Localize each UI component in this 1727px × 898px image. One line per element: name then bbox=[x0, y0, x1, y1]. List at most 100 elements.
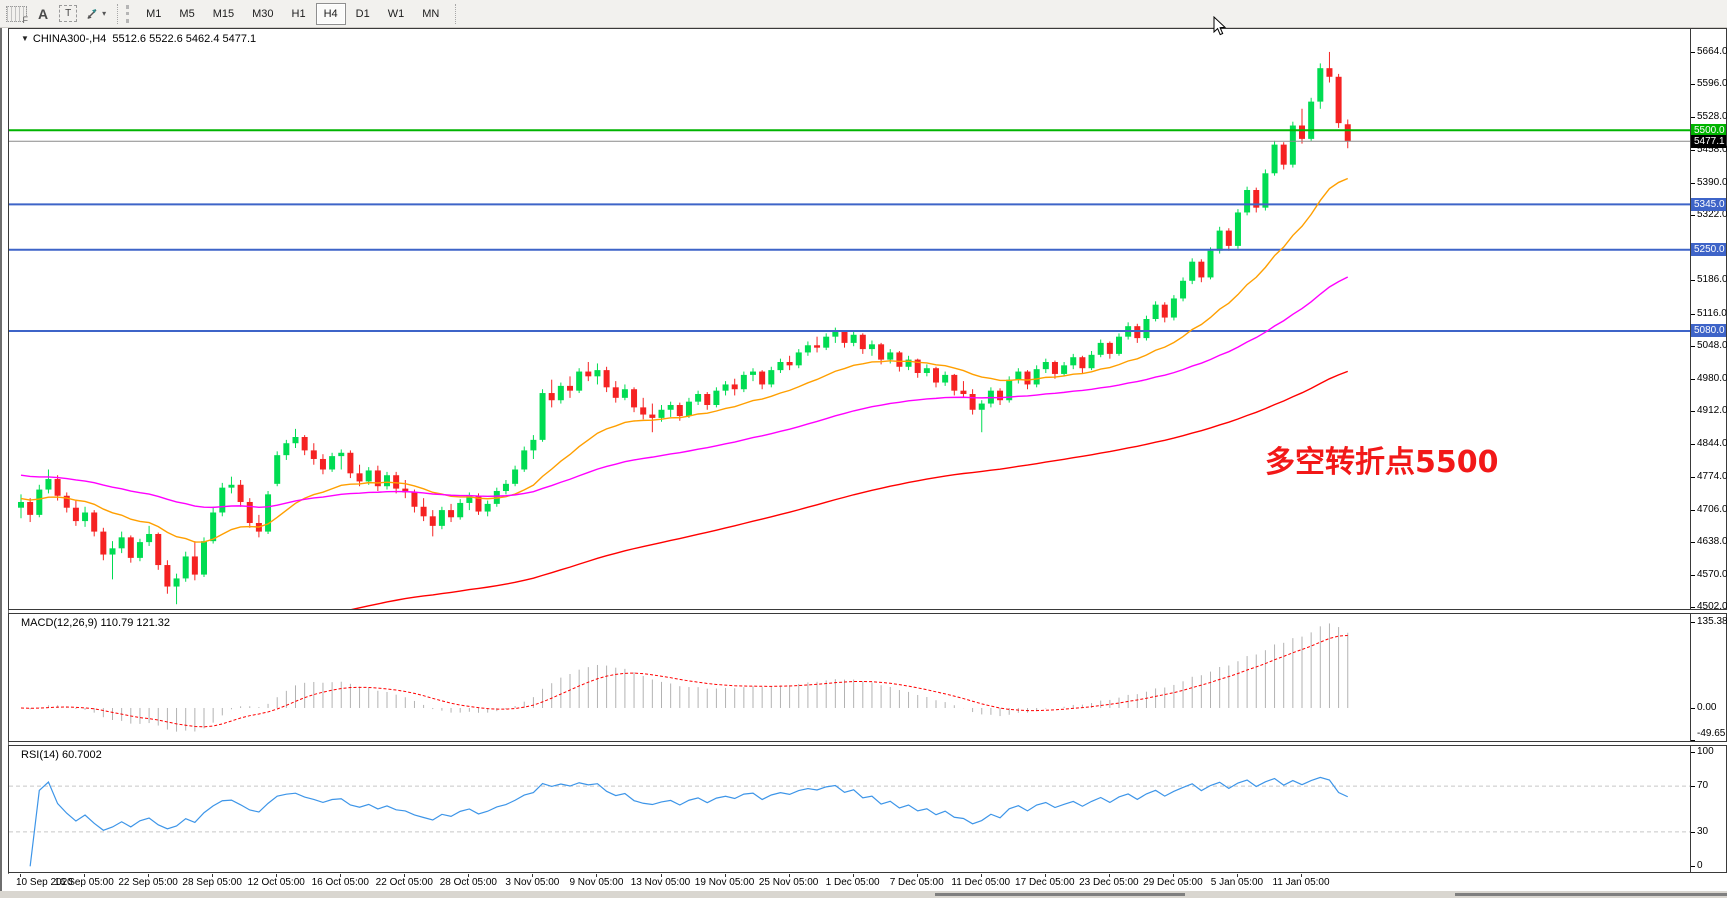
axis-tick bbox=[1691, 411, 1695, 412]
rsi-tick-label: 30 bbox=[1697, 826, 1708, 838]
main-chart-panel: 5664.05596.05528.05458.05390.05322.05186… bbox=[8, 28, 1727, 610]
toolbar-separator bbox=[117, 4, 118, 24]
time-label: 3 Nov 05:00 bbox=[505, 877, 559, 888]
timeframe-button-group: M1M5M15M30H1H4D1W1MN bbox=[138, 3, 449, 25]
axis-tick bbox=[1691, 444, 1695, 445]
pointer-tools-icon[interactable]: ▾ bbox=[83, 4, 108, 24]
chart-grid-icon-label: F bbox=[23, 16, 29, 25]
time-axis: 10 Sep 202016 Sep 05:0022 Sep 05:0028 Se… bbox=[8, 874, 1727, 891]
timeframe-H1[interactable]: H1 bbox=[284, 3, 314, 25]
macd-tick-label: 0.00 bbox=[1697, 702, 1716, 714]
time-label: 28 Oct 05:00 bbox=[440, 877, 497, 888]
timeframe-M15[interactable]: M15 bbox=[205, 3, 242, 25]
price-tick-label: 5322.0 bbox=[1697, 209, 1727, 221]
chart-grid-icon[interactable]: F bbox=[6, 6, 27, 22]
timeframe-D1[interactable]: D1 bbox=[348, 3, 378, 25]
price-tick-label: 4844.0 bbox=[1697, 438, 1727, 450]
time-label: 13 Nov 05:00 bbox=[631, 877, 691, 888]
time-label: 11 Dec 05:00 bbox=[951, 877, 1010, 888]
time-label: 16 Sep 05:00 bbox=[54, 877, 114, 888]
time-label: 11 Jan 05:00 bbox=[1272, 877, 1329, 888]
price-badge: 5477.1 bbox=[1691, 135, 1726, 148]
axis-tick bbox=[1691, 575, 1695, 576]
rsi-panel: 10070300 RSI(14) 60.7002 bbox=[8, 745, 1727, 873]
time-label: 28 Sep 05:00 bbox=[182, 877, 242, 888]
time-label: 22 Sep 05:00 bbox=[118, 877, 178, 888]
trading-terminal-window: F A T ▾ M1M5M15M30H1H4D1W1MN 5664.0 5596.… bbox=[0, 0, 1727, 898]
axis-tick bbox=[1691, 346, 1695, 347]
text-annotation-icon[interactable]: A bbox=[33, 4, 53, 24]
timeframe-MN[interactable]: MN bbox=[414, 3, 447, 25]
macd-panel: 135.380.00-49.65 MACD(12,26,9) 110.79 12… bbox=[8, 613, 1727, 742]
time-label: 12 Oct 05:00 bbox=[248, 877, 305, 888]
timeframe-H4[interactable]: H4 bbox=[316, 3, 346, 25]
timeframe-M30[interactable]: M30 bbox=[244, 3, 281, 25]
macd-title: MACD(12,26,9) 110.79 121.32 bbox=[21, 617, 170, 629]
toolbar: F A T ▾ M1M5M15M30H1H4D1W1MN bbox=[0, 0, 1727, 28]
time-label: 5 Jan 05:00 bbox=[1211, 877, 1263, 888]
mouse-cursor bbox=[1213, 16, 1228, 42]
dropdown-caret-icon[interactable]: ▾ bbox=[102, 9, 106, 18]
axis-tick bbox=[1691, 379, 1695, 380]
axis-tick bbox=[1691, 215, 1695, 216]
price-tick-label: 4638.0 bbox=[1697, 536, 1727, 548]
price-tick-label: 5664.0 bbox=[1697, 46, 1727, 58]
time-label: 19 Nov 05:00 bbox=[695, 877, 755, 888]
text-box-icon[interactable]: T bbox=[59, 5, 77, 22]
price-badge: 5250.0 bbox=[1691, 243, 1726, 256]
ohlc-values: 5512.6 5522.6 5462.4 5477.1 bbox=[112, 33, 256, 45]
price-tick-label: 5116.0 bbox=[1697, 308, 1727, 320]
timeframe-W1[interactable]: W1 bbox=[380, 3, 413, 25]
price-tick-label: 4706.0 bbox=[1697, 504, 1727, 516]
price-axis: 5664.05596.05528.05458.05390.05322.05186… bbox=[1691, 29, 1726, 609]
axis-tick bbox=[1691, 866, 1695, 867]
time-label: 25 Nov 05:00 bbox=[759, 877, 819, 888]
axis-tick bbox=[1691, 150, 1695, 151]
time-label: 23 Dec 05:00 bbox=[1079, 877, 1139, 888]
axis-tick bbox=[1691, 84, 1695, 85]
time-label: 1 Dec 05:00 bbox=[826, 877, 880, 888]
price-badge: 5345.0 bbox=[1691, 198, 1726, 211]
price-tick-label: 5596.0 bbox=[1697, 78, 1727, 90]
toolbar-separator bbox=[455, 4, 456, 24]
chart-title: ▼ CHINA300-,H4 5512.6 5522.6 5462.4 5477.… bbox=[21, 33, 256, 45]
axis-tick bbox=[1691, 740, 1695, 741]
rsi-plot[interactable] bbox=[9, 746, 1690, 872]
rsi-axis: 10070300 bbox=[1691, 746, 1726, 872]
axis-tick bbox=[1691, 280, 1695, 281]
axis-tick bbox=[1691, 117, 1695, 118]
window-edge-segment bbox=[935, 893, 1185, 896]
pointer-arrows-icon bbox=[85, 7, 100, 21]
timeframe-M5[interactable]: M5 bbox=[171, 3, 202, 25]
price-tick-label: 4502.0 bbox=[1697, 601, 1727, 613]
symbol-name: CHINA300-,H4 bbox=[33, 33, 106, 45]
timeframe-M1[interactable]: M1 bbox=[138, 3, 169, 25]
price-tick-label: 5048.0 bbox=[1697, 340, 1727, 352]
time-label: 9 Nov 05:00 bbox=[569, 877, 623, 888]
price-tick-label: 5390.0 bbox=[1697, 177, 1727, 189]
rsi-tick-label: 70 bbox=[1697, 780, 1708, 792]
axis-tick bbox=[1691, 52, 1695, 53]
price-tick-label: 4774.0 bbox=[1697, 471, 1727, 483]
window-edge-segment bbox=[1455, 893, 1727, 896]
time-label: 29 Dec 05:00 bbox=[1143, 877, 1203, 888]
axis-tick bbox=[1691, 542, 1695, 543]
macd-values: 110.79 121.32 bbox=[100, 617, 170, 629]
symbol-dropdown-icon[interactable]: ▼ bbox=[21, 34, 29, 43]
macd-plot[interactable] bbox=[9, 614, 1690, 741]
axis-tick bbox=[1691, 477, 1695, 478]
axis-tick bbox=[1691, 832, 1695, 833]
price-badge: 5080.0 bbox=[1691, 324, 1726, 337]
rsi-value: 60.7002 bbox=[62, 749, 102, 761]
rsi-tick-label: 0 bbox=[1697, 860, 1703, 872]
time-label: 7 Dec 05:00 bbox=[890, 877, 944, 888]
axis-tick bbox=[1691, 314, 1695, 315]
annotation-text: 多空转折点5500 bbox=[1265, 437, 1499, 481]
price-tick-label: 5528.0 bbox=[1697, 111, 1727, 123]
time-label: 17 Dec 05:00 bbox=[1015, 877, 1075, 888]
price-tick-label: 4570.0 bbox=[1697, 569, 1727, 581]
price-plot[interactable] bbox=[9, 29, 1690, 609]
toolbar-grip[interactable] bbox=[126, 5, 132, 23]
axis-tick bbox=[1691, 607, 1695, 608]
rsi-label: RSI(14) bbox=[21, 749, 59, 761]
